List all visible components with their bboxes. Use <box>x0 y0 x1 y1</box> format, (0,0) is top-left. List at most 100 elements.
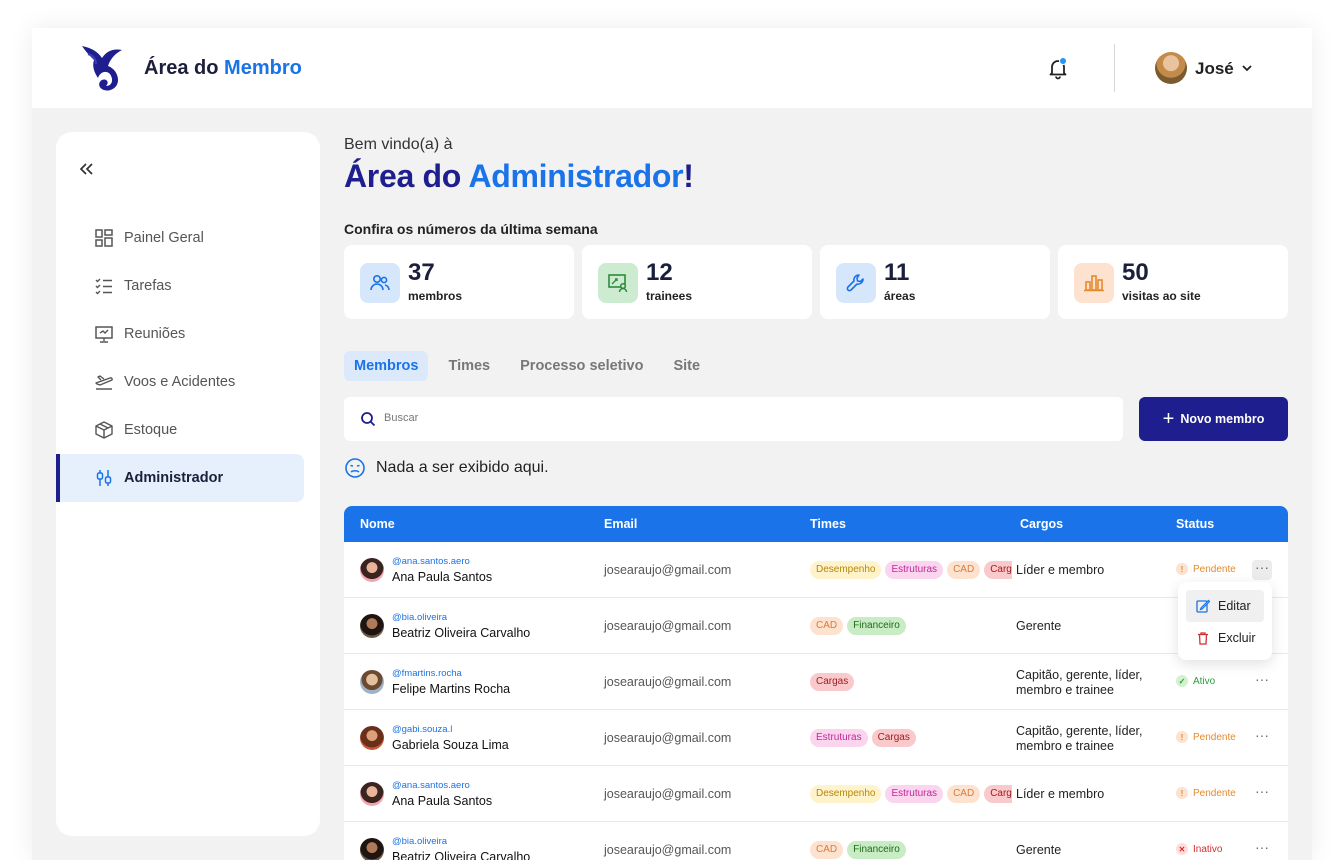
member-handle[interactable]: @ana.santos.aero <box>392 556 470 567</box>
team-chip: Estruturas <box>810 729 868 747</box>
empty-message: Nada a ser exibido aqui. <box>376 459 549 476</box>
search-placeholder: Buscar <box>384 412 419 424</box>
status-text: Inativo <box>1193 843 1223 855</box>
member-email: josearaujo@gmail.com <box>604 843 732 857</box>
team-chip: Financeiro <box>847 841 906 859</box>
member-email: josearaujo@gmail.com <box>604 563 732 577</box>
team-chip: CAD <box>947 561 981 579</box>
status-badge: ! Pendente <box>1176 563 1236 575</box>
new-member-button[interactable]: + Novo membro <box>1139 397 1288 441</box>
member-handle[interactable]: @ana.santos.aero <box>392 780 470 791</box>
box-icon <box>95 421 113 439</box>
member-role: Capitão, gerente, líder, membro e traine… <box>1016 668 1143 697</box>
sidebar-item-administrador[interactable]: Administrador <box>56 454 304 502</box>
status-text: Pendente <box>1193 787 1236 799</box>
sidebar-item-painel-geral[interactable]: Painel Geral <box>56 214 304 262</box>
tab-times[interactable]: Times <box>438 351 500 381</box>
sidebar-item-label: Estoque <box>124 422 178 438</box>
table-row[interactable]: @bia.oliveira Beatriz Oliveira Carvalho … <box>344 598 1288 654</box>
delete-menu-item[interactable]: Excluir <box>1186 622 1264 654</box>
stat-card-visitas: 50 visitas ao site <box>1058 245 1288 319</box>
stat-label: áreas <box>884 289 916 303</box>
stat-value: 50 <box>1122 259 1149 286</box>
table-row[interactable]: @ana.santos.aero Ana Paula Santos josear… <box>344 766 1288 822</box>
team-chip: Desempenho <box>810 561 882 579</box>
team-chips: DesempenhoEstruturasCADCargas <box>810 785 1012 805</box>
member-role: Capitão, gerente, líder, membro e traine… <box>1016 724 1143 753</box>
trainee-icon <box>598 263 638 303</box>
checklist-icon <box>95 278 112 295</box>
avatar <box>360 838 384 860</box>
users-icon <box>360 263 400 303</box>
team-chips: CAD Financeiro <box>810 841 1012 860</box>
member-handle[interactable]: @bia.oliveira <box>392 836 447 847</box>
sad-face-icon <box>345 458 365 478</box>
member-name: Ana Paula Santos <box>392 794 493 808</box>
user-avatar[interactable] <box>1155 52 1187 84</box>
member-role: Líder e membro <box>1016 563 1105 577</box>
team-chips: Cargas <box>810 673 1012 693</box>
column-header-email[interactable]: Email <box>604 517 637 531</box>
pending-icon: ! <box>1176 563 1188 575</box>
sidebar-item-label: Tarefas <box>124 278 172 294</box>
sidebar-item-voos-e-acidentes[interactable]: Voos e Acidentes <box>56 358 304 406</box>
delete-label: Excluir <box>1218 631 1256 645</box>
team-chips: CAD Financeiro <box>810 617 1012 637</box>
tab-processo-seletivo[interactable]: Processo seletivo <box>510 351 653 381</box>
weekly-stats-heading: Confira os números da última semana <box>344 221 598 237</box>
tab-membros[interactable]: Membros <box>344 351 429 381</box>
stat-label: membros <box>408 289 463 303</box>
collapse-sidebar-icon[interactable] <box>78 160 96 178</box>
sidebar-item-tarefas[interactable]: Tarefas <box>56 262 304 310</box>
member-name: Beatriz Oliveira Carvalho <box>392 626 531 640</box>
team-chip: CAD <box>810 841 844 859</box>
logo-icon <box>82 46 122 91</box>
member-handle[interactable]: @fmartins.rocha <box>392 668 462 679</box>
status-badge: ! Pendente <box>1176 787 1236 799</box>
row-context-menu: Editar Excluir <box>1178 582 1272 660</box>
members-table: Nome Email Times Cargos Status @ana.sant… <box>344 506 1288 860</box>
new-member-label: Novo membro <box>1180 412 1265 426</box>
app-title: Área do Membro <box>144 57 302 79</box>
pending-icon: ! <box>1176 731 1188 743</box>
stat-card-membros: 37 membros <box>344 245 574 319</box>
column-header-status[interactable]: Status <box>1176 517 1214 531</box>
team-chip: Estruturas <box>885 561 944 579</box>
stat-value: 12 <box>646 259 673 286</box>
team-chip: Cargas <box>810 673 855 691</box>
user-name[interactable]: José <box>1195 59 1234 79</box>
table-row[interactable]: @gabi.souza.l Gabriela Souza Lima josear… <box>344 710 1288 766</box>
edit-menu-item[interactable]: Editar <box>1186 590 1264 622</box>
x-icon: ✕ <box>1176 843 1188 855</box>
team-chips: DesempenhoEstruturasCADCargas <box>810 561 1012 581</box>
chevron-down-icon[interactable] <box>1240 61 1254 75</box>
stat-label: visitas ao site <box>1122 289 1201 303</box>
member-handle[interactable]: @gabi.souza.l <box>392 724 452 735</box>
more-options-icon[interactable]: ··· <box>1252 728 1272 748</box>
sidebar-item-label: Reuniões <box>124 326 186 342</box>
team-chip: Financeiro <box>847 617 906 635</box>
empty-state: Nada a ser exibido aqui. <box>344 457 1288 479</box>
sidebar: Painel Geral Tarefas Reuniões Voos e Aci… <box>56 132 320 836</box>
member-email: josearaujo@gmail.com <box>604 787 732 801</box>
stat-value: 11 <box>884 259 910 286</box>
plane-icon <box>95 375 113 390</box>
table-row[interactable]: @bia.oliveira Beatriz Oliveira Carvalho … <box>344 822 1288 860</box>
member-handle[interactable]: @bia.oliveira <box>392 612 447 623</box>
column-header-times[interactable]: Times <box>810 517 846 531</box>
column-header-cargos[interactable]: Cargos <box>1020 517 1063 531</box>
more-options-icon[interactable]: ··· <box>1252 672 1272 692</box>
search-input[interactable]: Buscar <box>344 397 1123 441</box>
table-row[interactable]: @fmartins.rocha Felipe Martins Rocha jos… <box>344 654 1288 710</box>
sidebar-item-reunioes[interactable]: Reuniões <box>56 310 304 358</box>
column-header-nome[interactable]: Nome <box>360 517 395 531</box>
tab-site[interactable]: Site <box>663 351 710 381</box>
sidebar-item-estoque[interactable]: Estoque <box>56 406 304 454</box>
table-row[interactable]: @ana.santos.aero Ana Paula Santos josear… <box>344 542 1288 598</box>
more-options-icon[interactable]: ··· <box>1252 784 1272 804</box>
status-badge: ✕ Inativo <box>1176 843 1222 855</box>
avatar <box>360 726 384 750</box>
more-options-icon[interactable]: ··· <box>1252 560 1272 580</box>
bar-chart-icon <box>1074 263 1114 303</box>
more-options-icon[interactable]: ··· <box>1252 840 1272 860</box>
